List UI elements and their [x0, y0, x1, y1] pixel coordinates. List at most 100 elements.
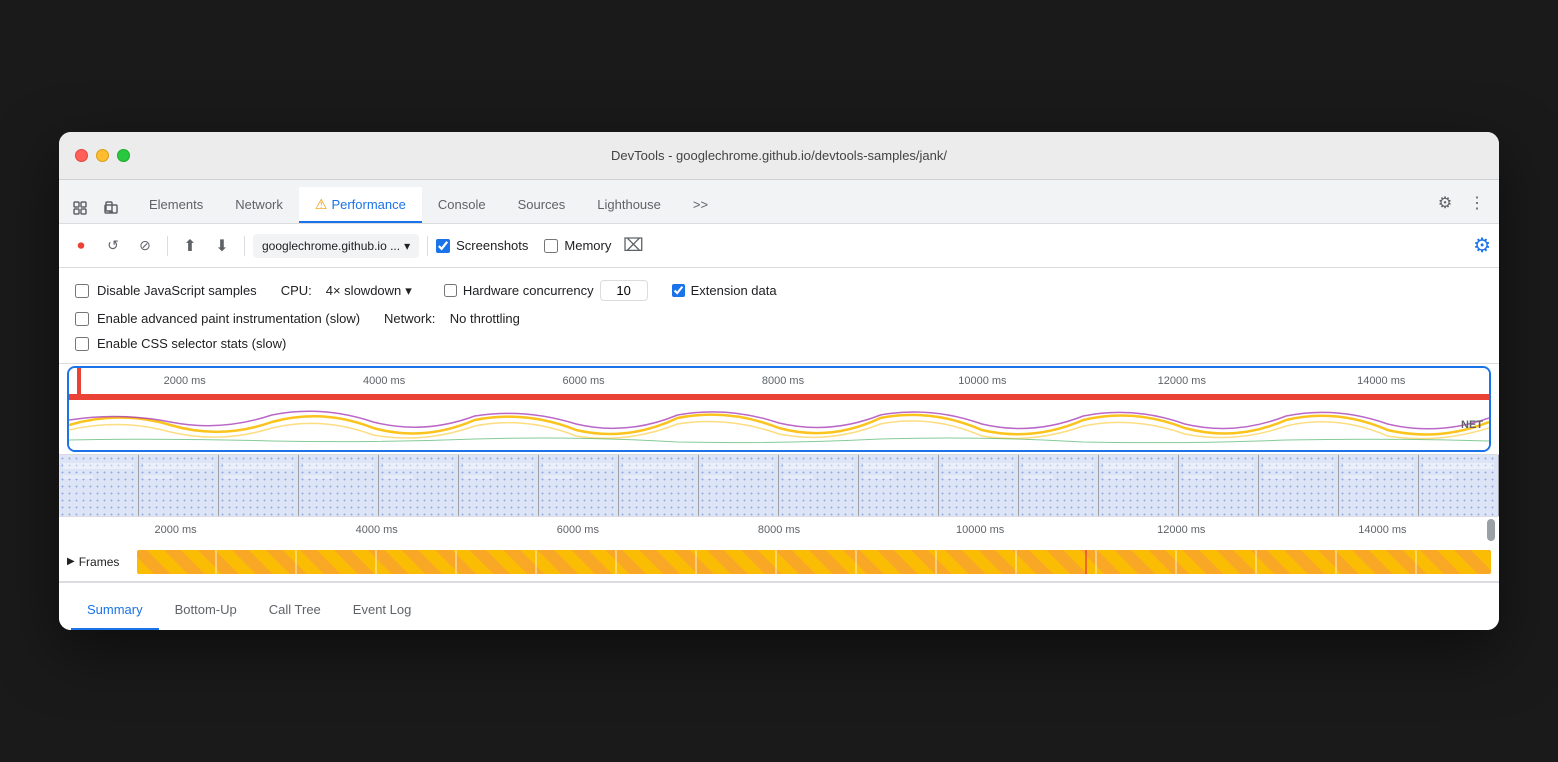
settings-icon[interactable]: ⚙ — [1431, 189, 1459, 217]
net-label: NET — [1461, 419, 1483, 431]
tab-performance[interactable]: ⚠ Performance — [299, 187, 422, 223]
bottom-tab-summary[interactable]: Summary — [71, 590, 159, 630]
toolbar-divider3 — [427, 236, 428, 256]
network-value: No throttling — [450, 311, 520, 326]
advanced-paint-checkbox[interactable] — [75, 312, 89, 326]
settings-row-2: Enable advanced paint instrumentation (s… — [75, 311, 1483, 326]
bottom-tab-event-log[interactable]: Event Log — [337, 590, 428, 630]
cpu-dropdown[interactable]: 4× slowdown ▾ — [318, 281, 420, 301]
disable-js-setting[interactable]: Disable JavaScript samples — [75, 283, 257, 298]
devtools-window: DevTools - googlechrome.github.io/devtoo… — [59, 132, 1499, 630]
more-options-icon[interactable]: ⋮ — [1463, 189, 1491, 217]
ext-data-label: Extension data — [691, 283, 777, 298]
screenshot-thumb — [619, 455, 699, 516]
tab-bar: Elements Network ⚠ Performance Console S… — [59, 180, 1499, 224]
url-text: googlechrome.github.io ... — [262, 239, 400, 253]
css-selector-label: Enable CSS selector stats (slow) — [97, 336, 286, 351]
screenshot-thumb — [299, 455, 379, 516]
clean-profiling-button[interactable]: ⌧ — [619, 232, 647, 260]
tab-more[interactable]: >> — [677, 187, 724, 223]
bottom-tabs: Summary Bottom-Up Call Tree Event Log — [59, 582, 1499, 630]
scrollbar-handle[interactable] — [1487, 519, 1495, 541]
ext-data-setting[interactable]: Extension data — [672, 283, 777, 298]
ruler-mark-2: 4000 ms — [284, 375, 483, 387]
memory-checkbox[interactable]: Memory — [544, 238, 611, 253]
device-toggle-icon[interactable] — [97, 195, 125, 223]
clear-button[interactable]: ⊘ — [131, 232, 159, 260]
screenshots-input[interactable] — [436, 239, 450, 253]
screenshot-thumb — [219, 455, 299, 516]
hw-concurrency-label: Hardware concurrency — [463, 283, 594, 298]
timeline-ruler-container[interactable]: 2000 ms 4000 ms 6000 ms 8000 ms 10000 ms… — [67, 366, 1491, 452]
title-bar: DevTools - googlechrome.github.io/devtoo… — [59, 132, 1499, 180]
url-dropdown-icon: ▾ — [404, 239, 410, 253]
close-button[interactable] — [75, 149, 88, 162]
overview-wavy: NET — [69, 400, 1489, 450]
frames-red-marker — [1085, 550, 1087, 574]
toolbar-divider — [167, 236, 168, 256]
bottom-tab-bottom-up[interactable]: Bottom-Up — [159, 590, 253, 630]
tab-network[interactable]: Network — [219, 187, 299, 223]
screenshot-thumb — [59, 455, 139, 516]
ruler2-mark-5: 10000 ms — [880, 524, 1081, 536]
cpu-setting: CPU: 4× slowdown ▾ — [281, 281, 420, 301]
frames-bar — [137, 550, 1491, 574]
frames-label[interactable]: ▶ Frames — [67, 555, 137, 569]
download-button[interactable]: ⬇ — [208, 232, 236, 260]
network-setting: Network: No throttling — [384, 311, 520, 326]
screenshot-thumb — [139, 455, 219, 516]
hw-concurrency-setting[interactable]: Hardware concurrency — [444, 280, 648, 301]
frames-row: ▶ Frames — [59, 542, 1499, 582]
ruler2-mark-2: 4000 ms — [276, 524, 477, 536]
disable-js-checkbox[interactable] — [75, 284, 89, 298]
tab-lighthouse[interactable]: Lighthouse — [581, 187, 677, 223]
perf-toolbar: ⏺ ↺ ⊘ ⬆ ⬇ googlechrome.github.io ... ▾ S… — [59, 224, 1499, 268]
hw-concurrency-input[interactable] — [600, 280, 648, 301]
screenshot-thumb — [539, 455, 619, 516]
settings-row-3: Enable CSS selector stats (slow) — [75, 336, 1483, 351]
tab-elements[interactable]: Elements — [133, 187, 219, 223]
perf-settings-icon[interactable]: ⚙ — [1473, 233, 1491, 258]
advanced-paint-setting[interactable]: Enable advanced paint instrumentation (s… — [75, 311, 360, 326]
timeline-section: 2000 ms 4000 ms 6000 ms 8000 ms 10000 ms… — [59, 366, 1499, 582]
window-title: DevTools - googlechrome.github.io/devtoo… — [611, 148, 947, 163]
ruler2-mark-4: 8000 ms — [678, 524, 879, 536]
maximize-button[interactable] — [117, 149, 130, 162]
toolbar-divider2 — [244, 236, 245, 256]
screenshot-thumb — [459, 455, 539, 516]
screenshot-thumb — [1339, 455, 1419, 516]
ruler-marks: 2000 ms 4000 ms 6000 ms 8000 ms 10000 ms… — [85, 375, 1481, 387]
ruler-mark-5: 10000 ms — [883, 375, 1082, 387]
frames-bar-lines — [137, 550, 1491, 574]
refresh-record-button[interactable]: ↺ — [99, 232, 127, 260]
screenshot-thumb — [699, 455, 779, 516]
screenshot-thumb — [1099, 455, 1179, 516]
bottom-tab-call-tree[interactable]: Call Tree — [253, 590, 337, 630]
ruler2-marks: 2000 ms 4000 ms 6000 ms 8000 ms 10000 ms… — [75, 524, 1483, 536]
minimize-button[interactable] — [96, 149, 109, 162]
record-button[interactable]: ⏺ — [67, 232, 95, 260]
tab-sources[interactable]: Sources — [502, 187, 582, 223]
screenshot-thumb — [1259, 455, 1339, 516]
css-selector-checkbox[interactable] — [75, 337, 89, 351]
memory-input[interactable] — [544, 239, 558, 253]
screenshot-thumb — [859, 455, 939, 516]
ruler-mark-3: 6000 ms — [484, 375, 683, 387]
memory-label: Memory — [564, 238, 611, 253]
network-label-text: Network: — [384, 311, 435, 326]
hw-concurrency-checkbox[interactable] — [444, 284, 457, 297]
upload-button[interactable]: ⬆ — [176, 232, 204, 260]
screenshot-thumb — [379, 455, 459, 516]
ruler-mark-7: 14000 ms — [1282, 375, 1481, 387]
ext-data-checkbox[interactable] — [672, 284, 685, 297]
ruler-mark-6: 12000 ms — [1082, 375, 1281, 387]
cpu-value: 4× slowdown — [326, 283, 402, 298]
ruler-mark-4: 8000 ms — [683, 375, 882, 387]
url-selector[interactable]: googlechrome.github.io ... ▾ — [253, 234, 419, 258]
css-selector-setting[interactable]: Enable CSS selector stats (slow) — [75, 336, 286, 351]
tab-console[interactable]: Console — [422, 187, 502, 223]
cursor-icon[interactable] — [67, 195, 95, 223]
screenshots-checkbox[interactable]: Screenshots — [436, 238, 528, 253]
overview-svg — [69, 400, 1489, 450]
ruler-marks-row: 2000 ms 4000 ms 6000 ms 8000 ms 10000 ms… — [69, 368, 1489, 394]
